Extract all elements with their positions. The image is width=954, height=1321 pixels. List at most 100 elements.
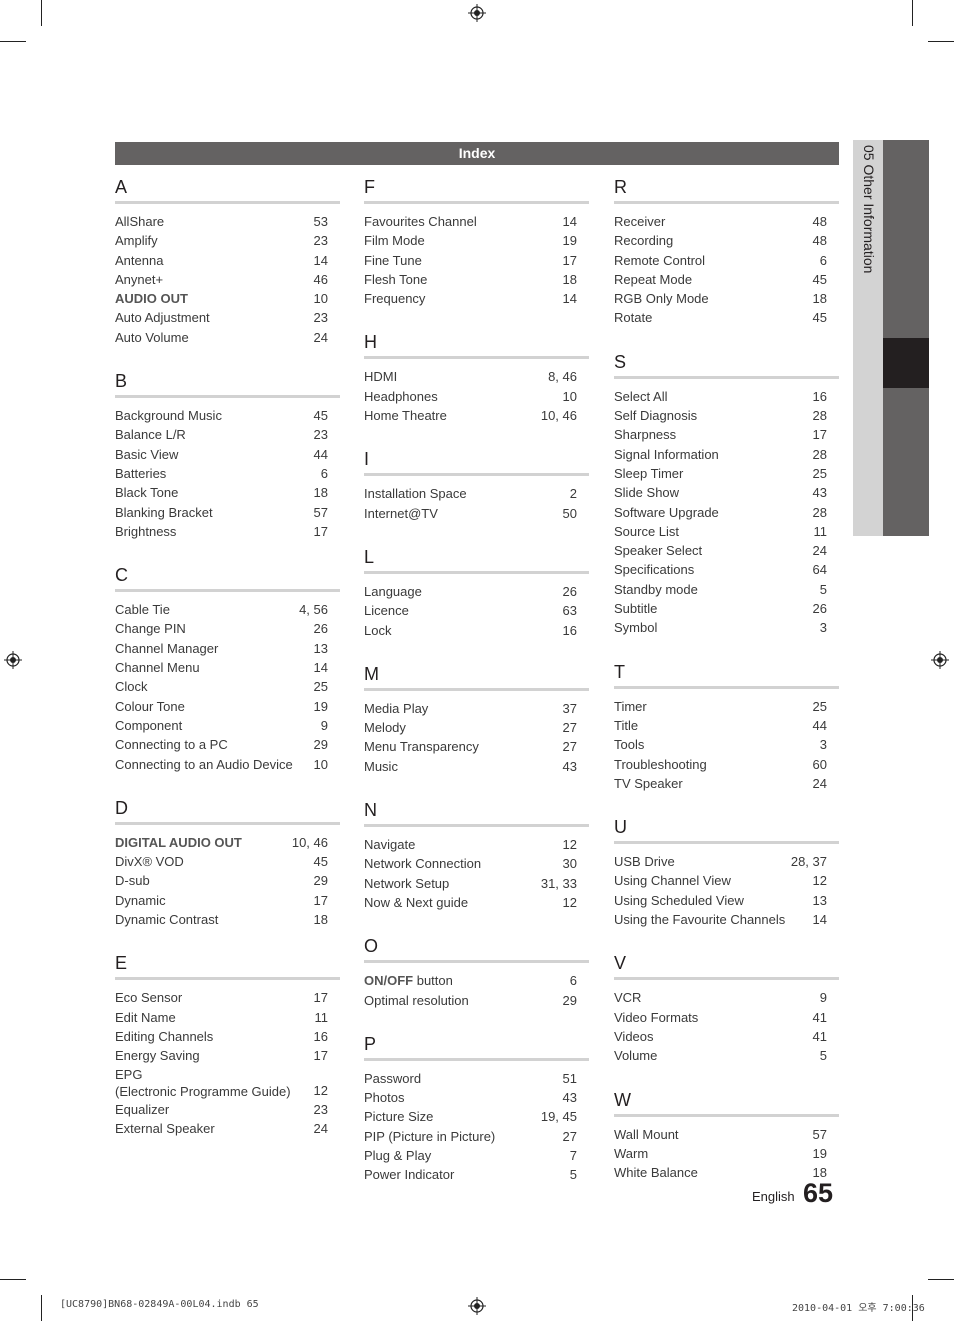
index-entry: Remote Control 6 [614, 251, 839, 270]
index-entry: Video Formats 41 [614, 1008, 839, 1027]
entry-page: 5 [819, 581, 827, 597]
index-section: I Installation Space 2 Internet@TV 50 [364, 448, 589, 523]
index-entry: PIP (Picture in Picture) 27 [364, 1127, 589, 1146]
entry-term: Film Mode [364, 233, 425, 249]
index-entry: Headphones 10 [364, 387, 589, 406]
entry-page: 18 [812, 291, 827, 307]
entry-page: 14 [313, 660, 328, 676]
index-entry: Timer 25 [614, 697, 839, 716]
section-divider [115, 201, 340, 204]
page-number: 65 [803, 1178, 834, 1208]
entry-page: 28 [812, 446, 827, 462]
entry-term: Receiver [614, 214, 666, 229]
entry-term: Balance L/R [115, 427, 186, 443]
index-section: P Password 51 Photos 43 Picture Size 19, 45 PIP… [364, 1033, 589, 1185]
entry-term: Eco Sensor [115, 990, 183, 1006]
entry-term: Sharpness [614, 427, 677, 443]
entry-page: 57 [812, 1126, 827, 1142]
entry-page: 27 [562, 720, 577, 736]
index-section: W Wall Mount 57 Warm 19 White Balance 18 [614, 1089, 839, 1183]
entry-term: Flesh Tone [364, 271, 428, 287]
index-entry: Specifications 64 [614, 560, 839, 579]
entry-page: 45 [812, 310, 827, 326]
index-entry: Wall Mount 57 [614, 1125, 839, 1144]
index-entry: Repeat Mode 45 [614, 270, 839, 289]
entry-term: Password [364, 1070, 422, 1086]
entry-term: Wall Mount [614, 1126, 679, 1142]
index-entry: Software Upgrade 28 [614, 503, 839, 522]
index-section: U USB Drive 28, 37 Using Channel View 12 Usin… [614, 816, 839, 929]
index-entry: Clock 25 [115, 677, 340, 696]
entry-page: 25 [812, 465, 827, 481]
index-column: F Favourites Channel 14 Film Mode 19 Fine Tun… [364, 176, 589, 1208]
entry-page: 16 [313, 1028, 328, 1044]
entry-term: Now & Next guide [364, 894, 469, 910]
entry-page: 17 [313, 892, 328, 908]
entry-page: 12 [812, 873, 827, 889]
crop-mark [928, 41, 954, 42]
entry-term: Brightness [115, 523, 177, 539]
section-divider [364, 960, 589, 964]
section-letter: O [364, 936, 379, 957]
entry-term: Colour Tone [115, 698, 185, 714]
entry-page: 60 [812, 756, 827, 772]
entry-term: Dynamic Contrast [115, 912, 219, 928]
entry-page: 12 [562, 837, 577, 853]
entry-term: Using Scheduled View [614, 892, 744, 908]
section-letter: B [115, 371, 128, 392]
entry-page: 24 [812, 543, 827, 559]
index-entry: Symbol 3 [614, 618, 839, 637]
entry-term: Timer [614, 698, 647, 714]
entry-page: 53 [313, 214, 328, 229]
entry-term: Warm [614, 1145, 649, 1161]
entry-page: 24 [313, 329, 328, 345]
crop-mark [41, 1295, 42, 1321]
entry-term: RGB Only Mode [614, 291, 709, 307]
entry-page: 29 [313, 873, 328, 889]
entry-page: 31, 33 [540, 875, 577, 891]
entry-page: 24 [313, 1120, 328, 1136]
index-entry: Connecting to a PC 29 [115, 735, 340, 754]
entry-term: Amplify [115, 233, 158, 249]
crop-mark [0, 1279, 26, 1280]
index-entry: Basic View 44 [115, 445, 340, 464]
entry-page: 45 [313, 854, 328, 870]
entry-page: 19 [562, 233, 577, 249]
index-entry: Film Mode 19 [364, 231, 589, 250]
index-entry: Brightness 17 [115, 522, 340, 541]
entry-page: 46 [313, 271, 328, 287]
entry-page: 28, 37 [790, 854, 827, 870]
registration-mark-icon [468, 1297, 486, 1315]
index-entry: Installation Space 2 [364, 484, 589, 503]
index-entry: Internet@TV 50 [364, 504, 589, 523]
entry-term-bold: DIGITAL AUDIO OUT [115, 834, 242, 850]
index-entry: Source List 11 [614, 522, 839, 541]
section-divider [115, 977, 340, 981]
index-section: R Receiver 48 Recording 48 Remote Control 6 Rep… [614, 176, 839, 328]
entry-page: 28 [812, 504, 827, 520]
entry-term: Installation Space [364, 486, 467, 502]
section-letter: M [364, 663, 379, 684]
index-entry: Auto Volume 24 [115, 328, 340, 347]
entry-term: Melody [364, 720, 406, 736]
index-section: N Navigate 12 Network Connection 30 Network S… [364, 799, 589, 912]
entry-page: 23 [313, 1101, 328, 1117]
entry-term: Tools [614, 737, 645, 753]
section-divider [364, 1057, 589, 1061]
index-entry: Eco Sensor 17 [115, 988, 340, 1007]
entry-page: 9 [819, 990, 827, 1006]
index-entry: Plug & Play 7 [364, 1146, 589, 1165]
index-entry: Videos 41 [614, 1027, 839, 1046]
entry-term: HDMI [364, 369, 398, 385]
index-entry: Optimal resolution 29 [364, 991, 589, 1010]
entry-page: 10 [313, 756, 328, 772]
index-entry: DivX® VOD 45 [115, 852, 340, 871]
entry-term: DIGITAL AUDIO OUT [115, 833, 242, 852]
index-entry: External Speaker 24 [115, 1119, 340, 1138]
footer-language: English [752, 1189, 795, 1204]
index-entry: Self Diagnosis 28 [614, 406, 839, 425]
entry-page: 51 [562, 1070, 577, 1086]
index-entry: Using Channel View 12 [614, 871, 839, 890]
entry-term: DivX® VOD [115, 854, 184, 870]
entry-page: 10, 46 [540, 408, 577, 424]
